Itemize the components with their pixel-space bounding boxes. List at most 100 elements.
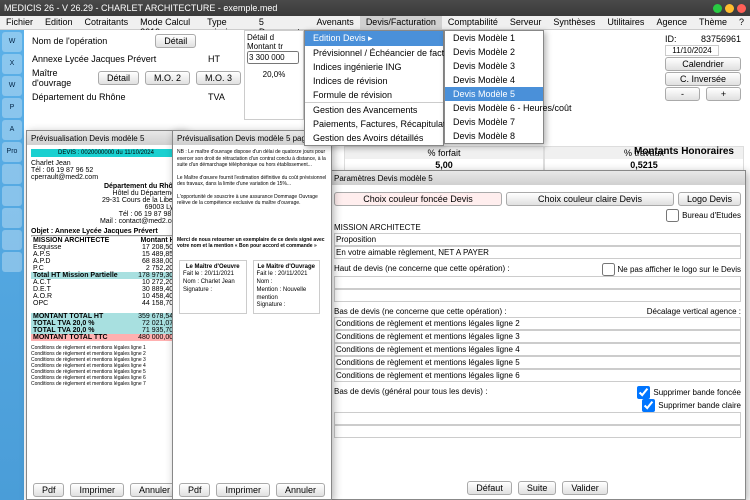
submenu-item[interactable]: Formule de révision <box>305 88 443 102</box>
pdf-button[interactable]: Pdf <box>179 483 211 497</box>
bas2-input-2[interactable] <box>334 425 741 438</box>
reglement-input[interactable] <box>334 246 741 259</box>
modele-item[interactable]: Devis Modèle 6 - Heures/coût <box>445 101 543 115</box>
client-mail: cperrault@med2.com <box>31 174 181 181</box>
dock-icon[interactable]: A <box>2 120 22 140</box>
close-icon[interactable] <box>737 4 746 13</box>
client-tel: Tél : 06 19 87 96 52 <box>31 167 181 174</box>
minus-button[interactable]: - <box>665 87 700 101</box>
window-title[interactable]: Paramètres Devis modèle 5 <box>330 171 745 185</box>
mo-detail-button[interactable]: Détail <box>98 71 139 85</box>
detail-montant-input[interactable] <box>247 51 299 64</box>
operation-name-label: Nom de l'opération <box>32 36 107 46</box>
dock-icon[interactable]: W <box>2 76 22 96</box>
menu-thme[interactable]: Thème <box>693 16 733 29</box>
dock-icon[interactable] <box>2 164 22 184</box>
window-controls <box>713 4 746 13</box>
submenu-item[interactable]: Indices de révision <box>305 74 443 88</box>
nologo-checkbox[interactable] <box>602 263 615 276</box>
menu-serveur[interactable]: Serveur <box>504 16 548 29</box>
submenu-item[interactable]: Gestion des Avancements <box>305 102 443 117</box>
condition-input[interactable] <box>334 317 741 330</box>
mission-line: A.P.S15 489,85 € <box>31 251 181 258</box>
client-name: Charlet Jean <box>31 160 181 167</box>
color-dark-button[interactable]: Choix couleur foncée Devis <box>334 192 502 206</box>
bas-label: Bas de devis (ne concerne que cette opér… <box>334 306 507 317</box>
color-light-button[interactable]: Choix couleur claire Devis <box>506 192 674 206</box>
imprimer-button[interactable]: Imprimer <box>70 483 124 497</box>
minimize-icon[interactable] <box>713 4 722 13</box>
mission-label: MISSION ARCHITECTE <box>334 222 741 233</box>
menu-typemission[interactable]: Type mission <box>201 16 253 29</box>
dock-icon[interactable] <box>2 230 22 250</box>
logo-button[interactable]: Logo Devis <box>678 192 741 206</box>
submenu-item[interactable]: Edition Devis ▸ <box>305 31 443 46</box>
mo2-button[interactable]: M.O. 2 <box>145 71 190 85</box>
pdf-button[interactable]: Pdf <box>33 483 65 497</box>
menu-devisfacturation[interactable]: Devis/Facturation <box>360 16 442 29</box>
detail-button[interactable]: Détail <box>155 34 196 48</box>
mission-line: P.C2 752,20 € <box>31 265 181 272</box>
modele-item[interactable]: Devis Modèle 8 <box>445 129 543 143</box>
detail-montant-label: Montant tr <box>247 42 301 51</box>
detail-pct: 20,0% <box>247 70 301 79</box>
total-line: TOTAL TVA 20,0 %72 021,07 € <box>31 320 181 327</box>
window-title[interactable]: Prévisualisation Devis modèle 5 <box>27 131 185 145</box>
total-line: MONTANT TOTAL HT359 678,54 € <box>31 313 181 320</box>
date-input[interactable] <box>665 45 719 56</box>
annuler-button[interactable]: Annuler <box>276 483 325 497</box>
bas2-input-1[interactable] <box>334 412 741 425</box>
dock-icon[interactable]: W <box>2 32 22 52</box>
menu-documents[interactable]: 5 Documents <box>253 16 311 29</box>
modele-item[interactable]: Devis Modèle 2 <box>445 45 543 59</box>
calendar-button[interactable]: Calendrier <box>665 57 741 71</box>
condition-line: Conditions de règlement et mentions léga… <box>31 381 181 387</box>
menu-avenants[interactable]: Avenants <box>310 16 359 29</box>
menu-modecalcul[interactable]: Mode Calcul 2019 <box>134 16 201 29</box>
dock-icon[interactable]: Pro <box>2 142 22 162</box>
submenu-item[interactable]: Paiements, Factures, Récapitulatifs <box>305 117 443 131</box>
menu-comptabilit[interactable]: Comptabilité <box>442 16 504 29</box>
modele-item[interactable]: Devis Modèle 1 <box>445 31 543 45</box>
submenu-item[interactable]: Indices ingénierie ING <box>305 60 443 74</box>
bas2-label: Bas de devis (général pour tous les devi… <box>334 386 487 399</box>
condition-input[interactable] <box>334 369 741 382</box>
operation-name-value: Annexe Lycée Jacques Prévert <box>32 54 202 64</box>
condition-input[interactable] <box>334 356 741 369</box>
cinversee-button[interactable]: C. Inversée <box>665 72 741 86</box>
dock-icon[interactable] <box>2 208 22 228</box>
dock-icon[interactable] <box>2 186 22 206</box>
maximize-icon[interactable] <box>725 4 734 13</box>
menu-[interactable]: ? <box>733 16 750 29</box>
submenu-item[interactable]: Gestion des Avoirs détaillés <box>305 131 443 145</box>
plus-button[interactable]: + <box>706 87 741 101</box>
haut-input-1[interactable] <box>334 276 741 289</box>
mo3-button[interactable]: M.O. 3 <box>196 71 241 85</box>
proposition-input[interactable] <box>334 233 741 246</box>
modele-item[interactable]: Devis Modèle 4 <box>445 73 543 87</box>
menu-edition[interactable]: Edition <box>39 16 79 29</box>
dock-icon[interactable]: X <box>2 54 22 74</box>
modele-item[interactable]: Devis Modèle 5 <box>445 87 543 101</box>
menu-agence[interactable]: Agence <box>650 16 693 29</box>
menu-fichier[interactable]: Fichier <box>0 16 39 29</box>
bureau-checkbox[interactable] <box>666 209 679 222</box>
modele-item[interactable]: Devis Modèle 7 <box>445 115 543 129</box>
haut-input-2[interactable] <box>334 289 741 302</box>
dock-icon[interactable]: P <box>2 98 22 118</box>
condition-input[interactable] <box>334 330 741 343</box>
imprimer-button[interactable]: Imprimer <box>216 483 270 497</box>
supp2-checkbox[interactable] <box>642 399 655 412</box>
id-value: 83756961 <box>701 34 741 44</box>
supp1-checkbox[interactable] <box>637 386 650 399</box>
menu-utilitaires[interactable]: Utilitaires <box>601 16 650 29</box>
dock-icon[interactable] <box>2 252 22 272</box>
para2: Le Maître d'œuvre fournit l'estimation d… <box>177 175 327 188</box>
menu-synthses[interactable]: Synthèses <box>547 16 601 29</box>
submenu-item[interactable]: Prévisionnel / Échéancier de facturation <box>305 46 443 60</box>
menu-cotraitants[interactable]: Cotraitants <box>79 16 135 29</box>
modele-item[interactable]: Devis Modèle 3 <box>445 59 543 73</box>
condition-input[interactable] <box>334 343 741 356</box>
id-panel: ID:83756961 Calendrier C. Inversée -+ <box>662 30 744 105</box>
menubar: FichierEditionCotraitantsMode Calcul 201… <box>0 16 750 30</box>
